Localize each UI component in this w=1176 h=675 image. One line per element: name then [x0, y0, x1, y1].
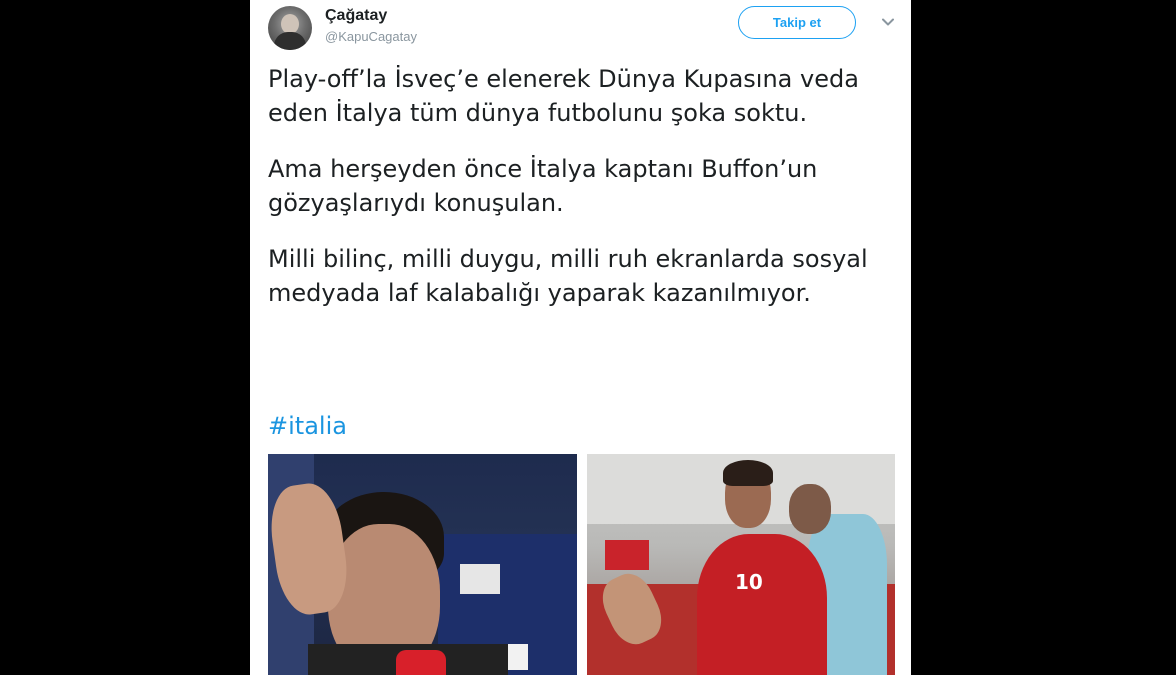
hashtag-link[interactable]: #italia: [268, 412, 347, 440]
photo-player-jersey: [697, 534, 827, 675]
photo-staff-head: [789, 484, 831, 534]
photo-jersey-number: 10: [735, 570, 763, 594]
chevron-down-icon[interactable]: [880, 14, 896, 30]
photo-flag: [605, 540, 649, 570]
avatar-head: [281, 14, 299, 34]
tweet-photo-left[interactable]: [268, 454, 577, 675]
tweet-photo-right[interactable]: 10: [587, 454, 895, 675]
tweet-card: Çağatay @KapuCagatay Takip et Play-off’l…: [250, 0, 911, 675]
tweet-paragraph: Milli bilinç, milli duygu, milli ruh ekr…: [268, 245, 868, 307]
photo-microphone: [396, 650, 446, 675]
author-display-name[interactable]: Çağatay: [325, 7, 387, 25]
tweet-paragraph: Play-off’la İsveç’e elenerek Dünya Kupas…: [268, 65, 859, 127]
tweet-header: Çağatay @KapuCagatay Takip et: [268, 6, 896, 50]
tweet-text: Play-off’la İsveç’e elenerek Dünya Kupas…: [268, 62, 888, 332]
photo-sponsor-logo: [460, 564, 500, 594]
avatar-body: [274, 32, 306, 50]
tweet-paragraph: Ama herşeyden önce İtalya kaptanı Buffon…: [268, 155, 818, 217]
author-handle[interactable]: @KapuCagatay: [325, 29, 417, 44]
photo-player-hair: [723, 460, 773, 486]
follow-button[interactable]: Takip et: [738, 6, 856, 39]
avatar[interactable]: [268, 6, 312, 50]
